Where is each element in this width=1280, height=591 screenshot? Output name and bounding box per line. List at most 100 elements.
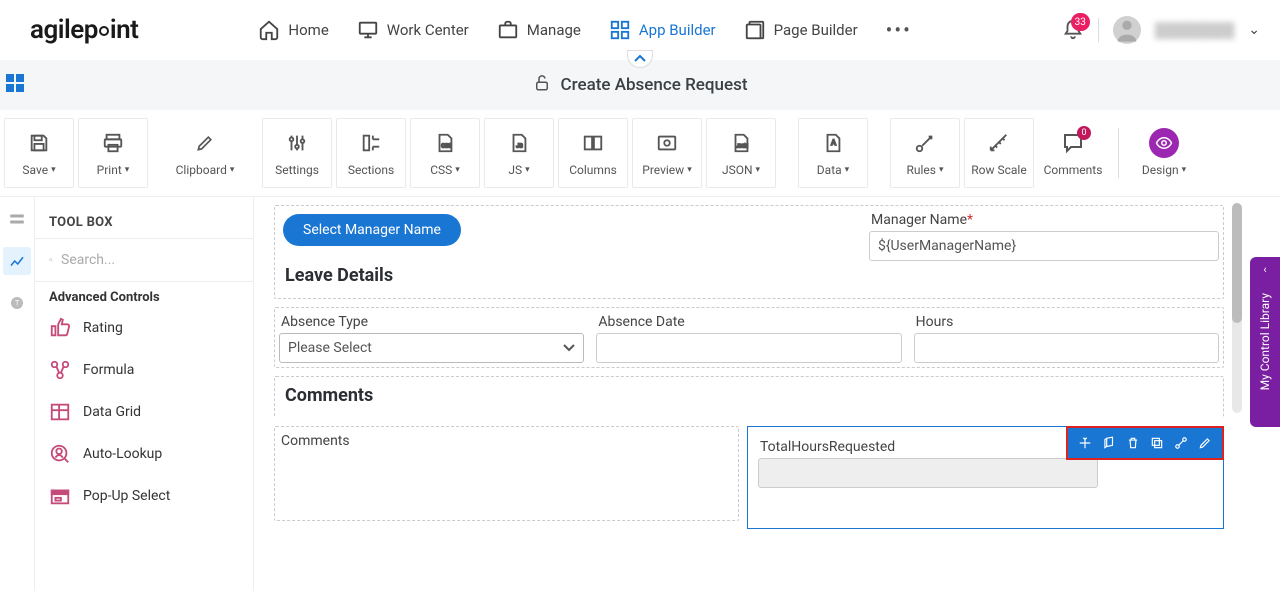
- tool-design[interactable]: Design▾: [1129, 118, 1199, 188]
- scrollbar[interactable]: [1232, 203, 1242, 413]
- link-icon: [1174, 436, 1188, 450]
- sliders-icon: [286, 132, 308, 154]
- tool-comments[interactable]: 0 Comments: [1038, 118, 1108, 188]
- tool-rules[interactable]: Rules▾: [890, 118, 960, 188]
- tool-preview[interactable]: Preview▾: [632, 118, 702, 188]
- absence-type-select[interactable]: Please Select: [279, 333, 584, 363]
- tool-row-scale[interactable]: Row Scale: [964, 118, 1034, 188]
- rail-forms[interactable]: [3, 205, 31, 233]
- trash-icon: [1126, 436, 1140, 450]
- nav-page-builder[interactable]: Page Builder: [744, 19, 858, 41]
- nav-manage[interactable]: Manage: [497, 19, 581, 41]
- chevron-up-icon: [634, 55, 646, 63]
- tool-columns[interactable]: Columns: [558, 118, 628, 188]
- hours-field[interactable]: [914, 333, 1219, 363]
- note-icon: [1102, 436, 1116, 450]
- control-data-grid[interactable]: Data Grid: [35, 391, 253, 433]
- monitor-icon: [357, 19, 379, 41]
- save-icon: [28, 132, 50, 154]
- tool-print[interactable]: Print▾: [78, 118, 148, 188]
- tool-json[interactable]: JSON JSON▾: [706, 118, 776, 188]
- username: ████████: [1155, 22, 1234, 39]
- formula-icon: [49, 359, 71, 381]
- notifications-badge: 33: [1071, 13, 1090, 31]
- svg-text:JSON: JSON: [736, 144, 748, 150]
- collapse-header-button[interactable]: [627, 50, 653, 68]
- copy-icon: [1150, 436, 1164, 450]
- cell-delete-button[interactable]: [1122, 432, 1144, 454]
- svg-text:CSS: CSS: [441, 144, 452, 150]
- pencil-icon: [1198, 436, 1212, 450]
- tool-js[interactable]: JS JS▾: [484, 118, 554, 188]
- svg-text:JS: JS: [516, 144, 523, 150]
- thumb-icon: [49, 317, 71, 339]
- select-manager-button[interactable]: Select Manager Name: [283, 214, 461, 246]
- search-input[interactable]: [61, 252, 239, 268]
- avatar[interactable]: [1113, 16, 1141, 44]
- absence-date-field[interactable]: [596, 333, 901, 363]
- tool-settings[interactable]: Settings: [262, 118, 332, 188]
- separator: [1098, 18, 1099, 42]
- manager-name-field[interactable]: [869, 231, 1219, 261]
- tool-clipboard[interactable]: Clipboard▾: [170, 118, 240, 188]
- tool-css[interactable]: CSS CSS▾: [410, 118, 480, 188]
- control-library-toggle[interactable]: ‹ My Control Library: [1250, 257, 1280, 427]
- chart-icon: [8, 252, 26, 270]
- hours-label: Hours: [916, 314, 1219, 330]
- app-grid-button[interactable]: [6, 74, 24, 92]
- data-icon: A: [822, 132, 844, 154]
- edit-icon: [195, 133, 215, 153]
- cell-link-button[interactable]: [1170, 432, 1192, 454]
- form-icon: [8, 210, 26, 228]
- leave-details-heading: Leave Details: [279, 261, 1219, 294]
- eye-icon: [1155, 134, 1173, 152]
- user-icon: [1113, 16, 1141, 44]
- svg-text:T: T: [15, 299, 20, 308]
- template-icon: T: [9, 295, 25, 311]
- briefcase-icon: [497, 19, 519, 41]
- grid-icon: [609, 19, 631, 41]
- control-auto-lookup[interactable]: Auto-Lookup: [35, 433, 253, 475]
- cell-copy-button[interactable]: [1146, 432, 1168, 454]
- unlock-icon: [533, 74, 551, 96]
- nav-work-center-label: Work Center: [387, 21, 469, 39]
- rail-templates[interactable]: T: [3, 289, 31, 317]
- css-file-icon: CSS: [434, 132, 456, 154]
- tool-sections[interactable]: Sections: [336, 118, 406, 188]
- page-title: Create Absence Request: [561, 75, 748, 95]
- search-icon: [49, 251, 53, 269]
- control-popup-select[interactable]: Pop-Up Select: [35, 475, 253, 517]
- js-file-icon: JS: [508, 132, 530, 154]
- rules-icon: [914, 132, 936, 154]
- nav-app-builder[interactable]: App Builder: [609, 19, 716, 41]
- cell-toolbar: [1066, 426, 1224, 460]
- lookup-icon: [49, 443, 71, 465]
- cell-rule-button[interactable]: [1098, 432, 1120, 454]
- nav-home[interactable]: Home: [258, 19, 328, 41]
- json-file-icon: JSON: [730, 132, 752, 154]
- control-library-label: My Control Library: [1258, 281, 1272, 402]
- cell-edit-button[interactable]: [1194, 432, 1216, 454]
- total-hours-field[interactable]: [758, 458, 1098, 488]
- absence-date-label: Absence Date: [598, 314, 901, 330]
- notifications-button[interactable]: 33: [1062, 19, 1084, 41]
- selected-form-cell[interactable]: TotalHoursRequested: [747, 426, 1224, 529]
- rail-controls[interactable]: [3, 247, 31, 275]
- svg-text:A: A: [831, 138, 836, 147]
- sidebar-group: Advanced Controls: [35, 282, 253, 307]
- tool-data[interactable]: A Data▾: [798, 118, 868, 188]
- sidebar-title: TOOL BOX: [35, 207, 253, 238]
- comments-count: 0: [1077, 126, 1091, 140]
- nav-app-builder-label: App Builder: [639, 21, 716, 39]
- control-formula[interactable]: Formula: [35, 349, 253, 391]
- sections-icon: [360, 132, 382, 154]
- control-rating[interactable]: Rating: [35, 307, 253, 349]
- cell-move-button[interactable]: [1074, 432, 1096, 454]
- chevron-left-icon: ‹: [1263, 263, 1266, 276]
- tool-save[interactable]: Save▾: [4, 118, 74, 188]
- comments-label: Comments: [281, 433, 734, 449]
- nav-more[interactable]: •••: [886, 18, 912, 42]
- home-icon: [258, 19, 280, 41]
- user-menu-toggle[interactable]: ⌄: [1248, 22, 1260, 38]
- nav-work-center[interactable]: Work Center: [357, 19, 469, 41]
